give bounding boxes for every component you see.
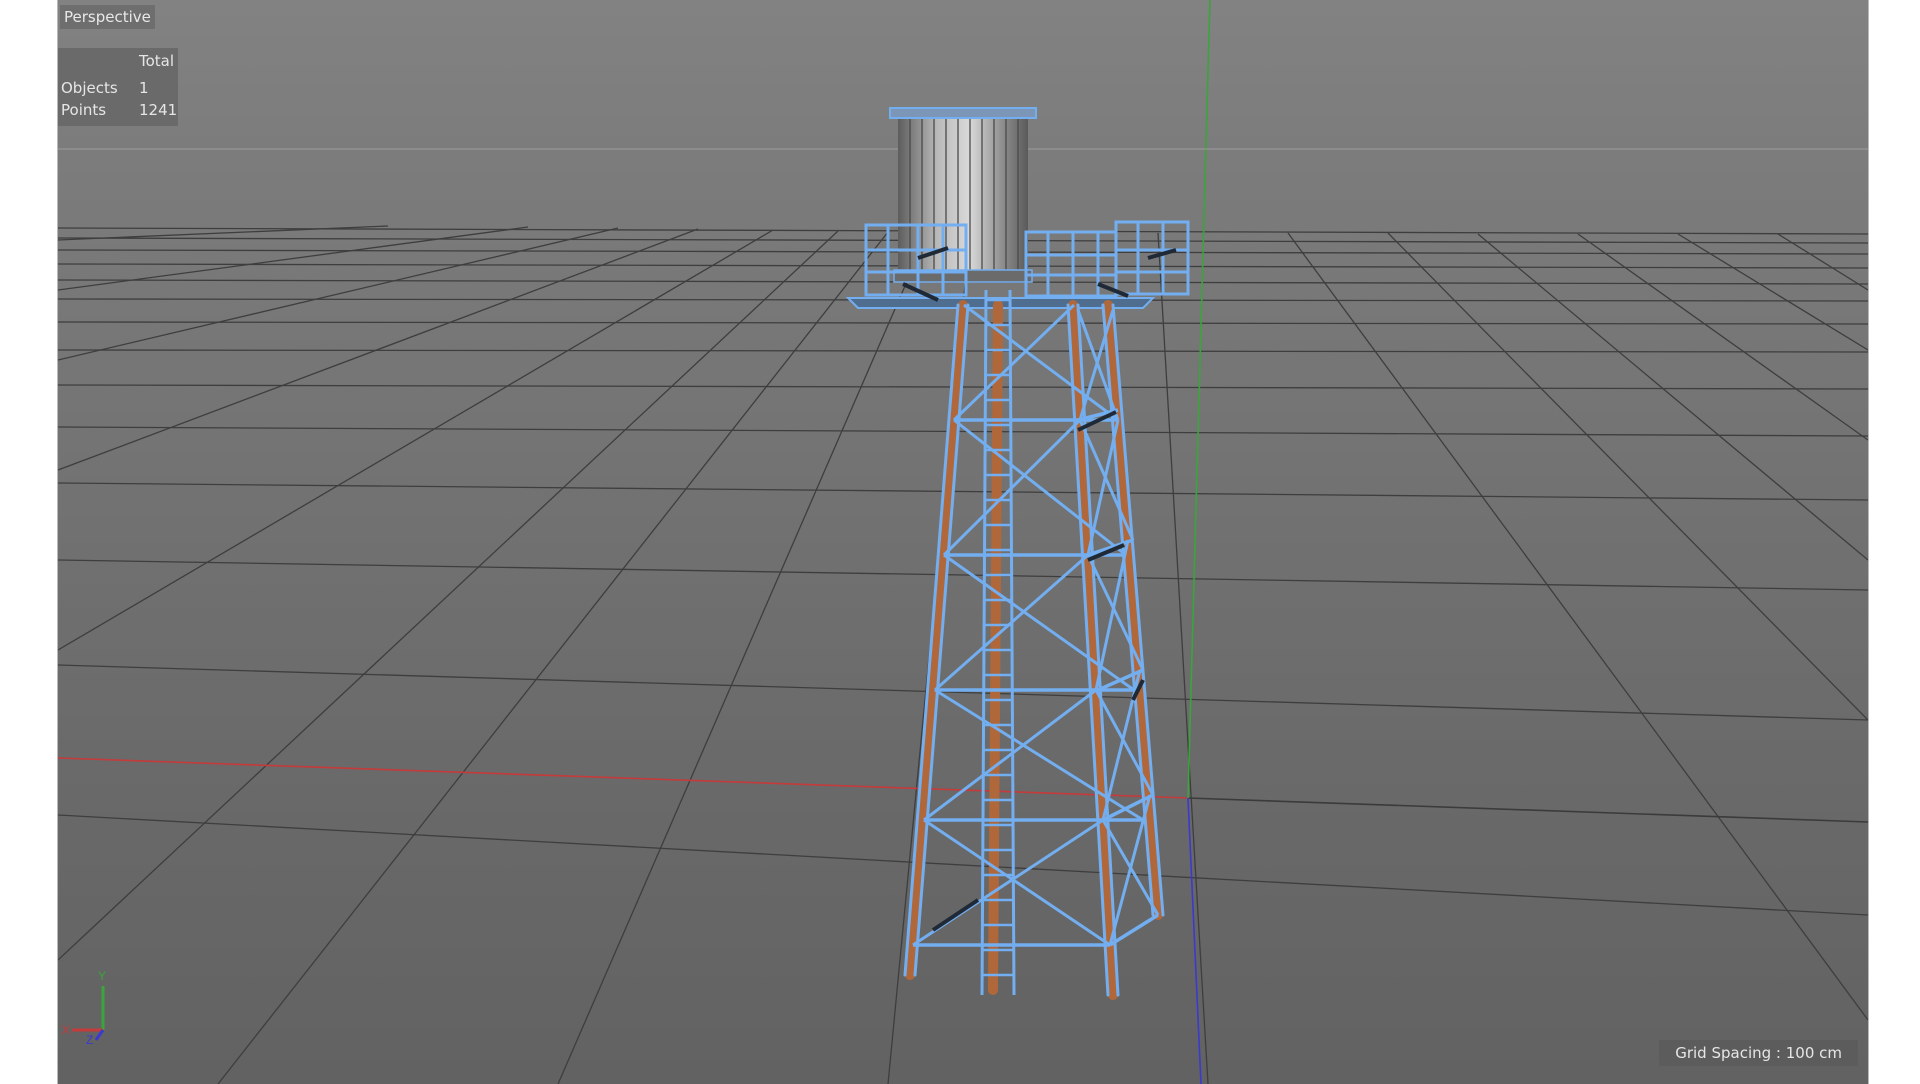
hud-objects-value: 1: [139, 79, 149, 97]
grid-spacing-status: Grid Spacing : 100 cm: [1659, 1040, 1858, 1066]
axis-gizmo: Y X Z: [62, 969, 106, 1044]
hud-row-objects: Objects 1: [61, 79, 173, 97]
hud-points-value: 1241: [139, 101, 178, 119]
gizmo-x-label: X: [62, 1023, 70, 1037]
x-axis-line: [58, 757, 1189, 799]
x-axis-line-far: [1187, 797, 1868, 823]
gizmo-y-label: Y: [98, 969, 106, 983]
perspective-viewport[interactable]: Perspective Total Objects 1 Points 1241 …: [57, 0, 1869, 1084]
3d-scene[interactable]: [58, 0, 1868, 1084]
viewport-camera-label[interactable]: Perspective: [60, 5, 155, 29]
hud-objects-label: Objects: [61, 79, 118, 97]
gizmo-z-label: Z: [86, 1033, 93, 1044]
y-axis-line: [1187, 0, 1211, 799]
hud-total-header: Total: [138, 52, 174, 70]
hud-points-label: Points: [61, 101, 107, 119]
hud-row-points: Points 1241: [61, 101, 177, 119]
scene-stats-hud: Total Objects 1 Points 1241: [58, 48, 178, 126]
water-tank: [889, 107, 1037, 283]
